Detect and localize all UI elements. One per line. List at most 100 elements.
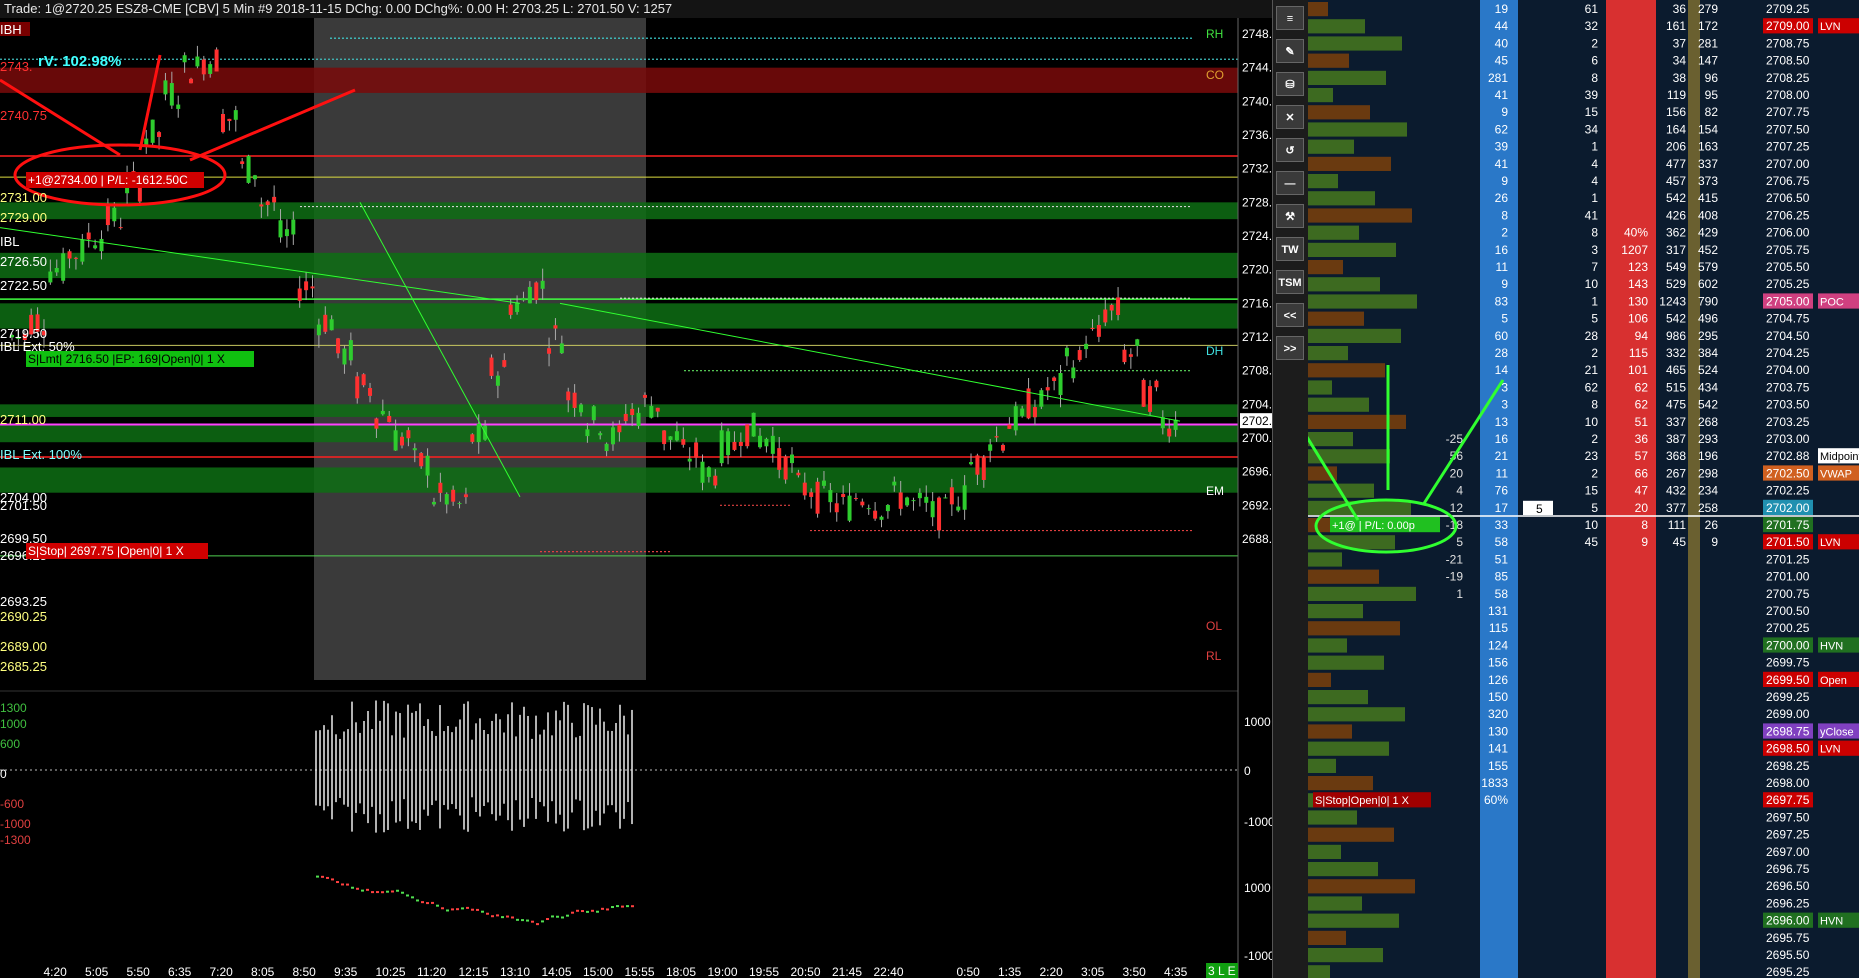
dom-profile-b: 281 — [1698, 36, 1718, 50]
dom-level-tag: LVN — [1820, 21, 1841, 33]
candle-body — [636, 412, 641, 426]
candle-body — [278, 220, 283, 238]
dom-canvas: 19 61 36 279 2709.2544 32 161 172 2709.00 LVN40 2 3… — [1308, 0, 1859, 978]
delta-mark — [561, 916, 564, 919]
volume-profile-bar — [1308, 604, 1363, 619]
price-zone — [0, 67, 1238, 93]
price-axis-label: 2712.00 — [1242, 330, 1272, 344]
dom-profile-b: 154 — [1698, 122, 1718, 136]
time-axis-label: 19:00 — [708, 965, 738, 978]
delta-mark — [456, 908, 459, 911]
dom-volume: 51 — [1635, 415, 1649, 429]
dom-price: 2698.75 — [1766, 724, 1810, 738]
dom-bid-size: 51 — [1495, 552, 1509, 566]
delta-mark — [556, 915, 559, 918]
candle-body — [220, 113, 225, 133]
candle-body — [189, 78, 194, 84]
candle-body — [1122, 349, 1127, 363]
candle-body — [758, 435, 763, 448]
dom-price: 2704.00 — [1766, 363, 1810, 377]
dom-bid-size: 60% — [1484, 793, 1508, 807]
dom-bid-size: 124 — [1488, 638, 1508, 652]
candle-body — [1096, 324, 1101, 337]
tsm-button[interactable]: TSM — [1276, 270, 1304, 294]
dom-bid-size: 11 — [1496, 260, 1509, 274]
chart-canvas[interactable]: 2748.00 2744.00 2740.00 2736.00 2732.00 2728.… — [0, 0, 1272, 978]
depth-of-market-ladder[interactable]: 19 61 36 279 2709.25 44 32 161 172 2709.00 LVN 40 2 3… — [1308, 0, 1859, 978]
save-button[interactable]: ⛁ — [1276, 72, 1304, 96]
volume-profile-bar — [1308, 380, 1332, 395]
tw-button[interactable]: TW — [1276, 237, 1304, 261]
dom-stop-label: S|Stop|Open|0| 1 X — [1315, 795, 1410, 807]
tools-button[interactable]: ⚒ — [1276, 204, 1304, 228]
dom-price: 2706.25 — [1766, 208, 1810, 222]
dom-profile-b: 268 — [1698, 415, 1718, 429]
delta-mark — [356, 887, 359, 890]
candle-body — [163, 80, 168, 95]
delta-mark — [581, 910, 584, 913]
price-axis-label: 2692.00 — [1242, 498, 1272, 512]
dom-level-tag: yClose — [1820, 726, 1854, 738]
osc-left-label: -1000 — [0, 817, 31, 831]
delta-mark — [526, 919, 529, 922]
time-axis-label: 10:25 — [376, 965, 406, 978]
left-price-label: 2711.00 — [0, 412, 46, 427]
dom-profile-a: 986 — [1666, 329, 1686, 343]
dom-bid-size: 131 — [1488, 604, 1508, 618]
scroll-right-button[interactable]: >> — [1276, 336, 1304, 360]
dom-price: 2706.75 — [1766, 174, 1810, 188]
dom-profile-a: 465 — [1666, 363, 1686, 377]
price-zone — [0, 303, 1238, 329]
delta-mark — [441, 907, 444, 910]
volume-profile-bar — [1308, 70, 1386, 85]
candle-body — [1032, 407, 1037, 418]
time-axis-label: 0:50 — [957, 965, 981, 978]
dom-price: 2708.00 — [1766, 88, 1810, 102]
dom-profile-a: 45 — [1673, 535, 1687, 549]
price-axis-label: 2688.00 — [1242, 532, 1272, 546]
dom-price: 2707.50 — [1766, 122, 1810, 136]
dom-profile-a: 368 — [1666, 449, 1686, 463]
delta-mark — [611, 906, 614, 909]
dom-bid-size: 9 — [1501, 174, 1508, 188]
candle-body — [1007, 424, 1012, 429]
candle-body — [790, 454, 794, 464]
candle-body — [342, 348, 347, 365]
candle-body — [1090, 327, 1095, 330]
dom-position-label: +1@ | P/L: 0.00p — [1332, 520, 1415, 532]
dom-profile-a: 457 — [1666, 174, 1686, 188]
cancel-orders-button[interactable]: ✕ — [1276, 105, 1304, 129]
dom-ask-size: 8 — [1591, 71, 1598, 85]
dom-price: 2700.50 — [1766, 604, 1810, 618]
scroll-left-button[interactable]: << — [1276, 303, 1304, 327]
dom-profile-b: 579 — [1698, 260, 1718, 274]
pencil-tool-button[interactable]: ✎ — [1276, 39, 1304, 63]
dom-ask-size: 1 — [1591, 294, 1598, 308]
delta-mark — [591, 909, 594, 912]
dom-ladder-button[interactable]: ≡ — [1276, 6, 1304, 30]
left-price-label: 2722.50 — [0, 278, 47, 293]
candle-body — [515, 302, 520, 312]
delta-mark — [406, 894, 409, 897]
candle-body — [719, 430, 724, 464]
time-axis-label: 8:05 — [251, 965, 275, 978]
candle-body — [821, 480, 826, 486]
dom-volume: 40% — [1624, 226, 1648, 240]
osc2-axis-label: -1000 — [1244, 949, 1272, 963]
flatten-button[interactable]: — — [1276, 171, 1304, 195]
candle-body — [777, 448, 782, 470]
candle-body — [623, 413, 628, 422]
candle-body — [419, 453, 424, 467]
candle-body — [195, 56, 200, 67]
price-chart[interactable]: Trade: 1@2720.25 ESZ8-CME [CBV] 5 Min #9… — [0, 0, 1272, 978]
price-axis-label: 2724.00 — [1242, 229, 1272, 243]
dom-volume: 1207 — [1621, 243, 1648, 257]
dom-bid-size: 281 — [1488, 71, 1508, 85]
dom-delta: 4 — [1456, 484, 1463, 498]
candle-body — [208, 64, 213, 74]
volume-profile-bar — [1308, 363, 1385, 378]
osc-axis-label: -1000 — [1244, 815, 1272, 829]
reverse-button[interactable]: ↺ — [1276, 138, 1304, 162]
delta-mark — [616, 905, 619, 908]
dom-volume: 8 — [1641, 518, 1648, 532]
